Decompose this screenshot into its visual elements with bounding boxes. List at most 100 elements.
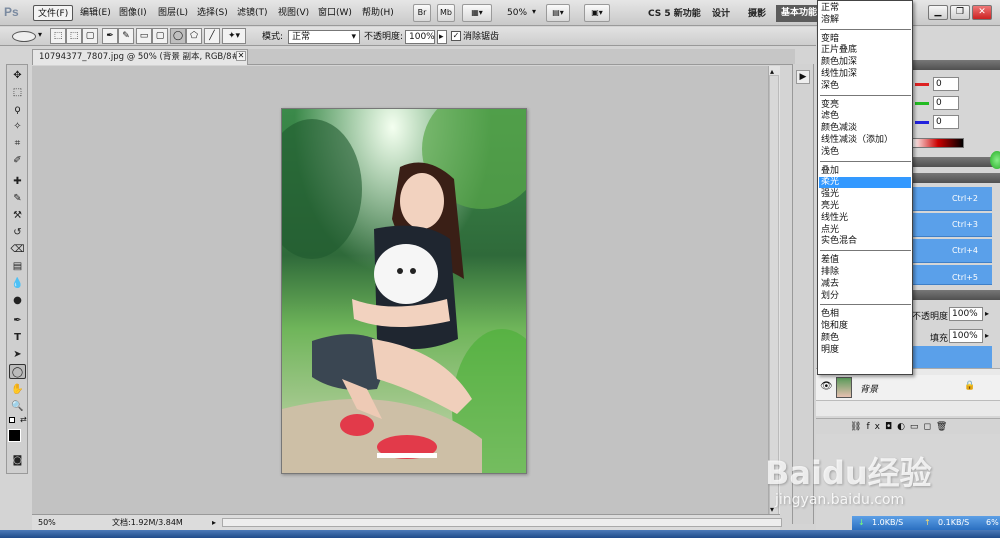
blend-mode-option[interactable]: 正常 <box>821 3 911 14</box>
crop-tool-icon[interactable]: ⌗ <box>9 136 26 151</box>
link-icon[interactable]: ⛓ <box>850 422 866 432</box>
horizontal-scrollbar[interactable] <box>222 518 782 527</box>
rounded-rectangle-tool-button[interactable]: ▢ <box>152 28 168 44</box>
blend-mode-option[interactable]: 线性减淡（添加） <box>821 135 911 146</box>
blend-mode-option[interactable]: 排除 <box>821 267 911 278</box>
menu-edit[interactable]: 编辑(E) <box>76 5 115 21</box>
blend-mode-option[interactable]: 叠加 <box>821 166 911 177</box>
minibridge-button[interactable]: Mb <box>437 4 455 22</box>
dodge-tool-icon[interactable]: ● <box>9 293 26 308</box>
menu-help[interactable]: 帮助(H) <box>358 5 398 21</box>
hand-tool-icon[interactable]: ✋ <box>9 382 26 397</box>
shape-layers-button[interactable]: ⬚ <box>50 28 66 44</box>
blend-mode-option[interactable]: 滤色 <box>821 111 911 122</box>
freeform-pen-button[interactable]: ✎ <box>118 28 134 44</box>
menu-window[interactable]: 窗口(W) <box>314 5 356 21</box>
opacity-input[interactable]: 100% <box>405 30 435 44</box>
action-row[interactable]: Ctrl+3 <box>912 213 992 237</box>
actions-panel-header[interactable] <box>912 173 1000 183</box>
workspace-design[interactable]: 设计 <box>712 6 730 19</box>
layer-name[interactable]: 背景 <box>860 382 878 395</box>
color-panel-header[interactable] <box>912 60 1000 70</box>
workspace-essentials[interactable]: 基本功能 <box>776 5 820 22</box>
polygon-tool-button[interactable]: ⬠ <box>186 28 202 44</box>
healing-brush-tool-icon[interactable]: ✚ <box>9 174 26 189</box>
blue-slider[interactable] <box>915 121 929 124</box>
blend-mode-select[interactable]: 正常 ▾ <box>288 30 360 44</box>
fx-icon[interactable]: fx <box>866 422 885 432</box>
chevron-down-icon[interactable]: ▾ <box>38 30 42 39</box>
menu-file[interactable]: 文件(F) <box>33 5 74 21</box>
red-slider[interactable] <box>915 83 929 86</box>
ellipse-tool-button[interactable]: ◯ <box>170 28 186 44</box>
antialias-checkbox[interactable]: ✓ <box>451 31 461 41</box>
folder-icon[interactable]: ▭ <box>910 422 924 432</box>
status-zoom[interactable]: 50% <box>38 515 56 530</box>
action-row[interactable]: Ctrl+4 <box>912 239 992 263</box>
blend-mode-option[interactable]: 变暗 <box>821 34 911 45</box>
view-extras-button[interactable]: ▦▾ <box>462 4 492 22</box>
trash-icon[interactable]: 🗑 <box>936 422 952 432</box>
blend-mode-option[interactable]: 实色混合 <box>821 236 911 247</box>
zoom-tool-icon[interactable]: 🔍 <box>9 399 26 414</box>
quick-mask-icon[interactable]: ◙ <box>9 453 26 468</box>
eyedropper-tool-icon[interactable]: ✐ <box>9 153 26 168</box>
workspace-cs5-new[interactable]: CS 5 新功能 <box>648 6 701 19</box>
blend-mode-option[interactable]: 颜色 <box>821 333 911 344</box>
menu-filter[interactable]: 滤镜(T) <box>233 5 272 21</box>
blur-tool-icon[interactable]: 💧 <box>9 276 26 291</box>
lasso-tool-icon[interactable]: ϙ <box>9 102 26 117</box>
paths-button[interactable]: ⬚ <box>66 28 82 44</box>
custom-shape-button[interactable]: ✦▾ <box>222 28 246 44</box>
blend-mode-option[interactable]: 点光 <box>821 225 911 236</box>
blue-value[interactable]: 0 <box>933 115 959 129</box>
history-brush-tool-icon[interactable]: ↺ <box>9 225 26 240</box>
quick-selection-tool-icon[interactable]: ✧ <box>9 119 26 134</box>
document-tab[interactable]: 10794377_7807.jpg @ 50% (背景 副本, RGB/8#) … <box>32 49 248 76</box>
red-value[interactable]: 0 <box>933 77 959 91</box>
blend-mode-option[interactable]: 减去 <box>821 279 911 290</box>
eraser-tool-icon[interactable]: ⌫ <box>9 242 26 257</box>
green-slider[interactable] <box>915 102 929 105</box>
menu-image[interactable]: 图像(I) <box>115 5 151 21</box>
blend-mode-option[interactable]: 明度 <box>821 345 911 356</box>
chevron-right-icon[interactable]: ▸ <box>212 515 216 530</box>
menu-select[interactable]: 选择(S) <box>193 5 232 21</box>
ellipse-tool-preset-icon[interactable] <box>12 31 36 42</box>
blend-mode-option[interactable]: 柔光 <box>819 177 911 189</box>
action-row[interactable]: Ctrl+2 <box>912 187 992 211</box>
workspace-photography[interactable]: 摄影 <box>748 6 766 19</box>
blend-mode-option[interactable]: 饱和度 <box>821 321 911 332</box>
pen-tool-button[interactable]: ✒ <box>102 28 118 44</box>
minimize-button[interactable]: ▁ <box>928 5 948 20</box>
document-photo[interactable] <box>281 108 527 474</box>
blend-mode-option[interactable]: 颜色加深 <box>821 57 911 68</box>
blend-mode-option[interactable]: 变亮 <box>821 100 911 111</box>
blend-mode-option[interactable]: 深色 <box>821 81 911 92</box>
blend-mode-option[interactable]: 色相 <box>821 309 911 320</box>
blend-mode-option[interactable]: 亮光 <box>821 201 911 212</box>
chevron-right-icon[interactable]: ▸ <box>985 309 989 318</box>
screen-mode-button[interactable]: ▣▾ <box>584 4 610 22</box>
layers-panel-header[interactable] <box>912 290 1000 300</box>
default-colors-icon[interactable] <box>9 417 15 423</box>
gradient-tool-icon[interactable]: ▤ <box>9 259 26 274</box>
blend-mode-option[interactable]: 溶解 <box>821 15 911 26</box>
foreground-color-swatch[interactable] <box>8 429 21 442</box>
line-tool-button[interactable]: ╱ <box>204 28 220 44</box>
panel-collapse-icon[interactable]: ▶ <box>796 70 810 84</box>
ellipse-shape-tool-icon[interactable]: ◯ <box>9 364 26 379</box>
green-value[interactable]: 0 <box>933 96 959 110</box>
chevron-right-icon[interactable]: ▸ <box>985 331 989 340</box>
blend-mode-option[interactable]: 正片叠底 <box>821 45 911 56</box>
blend-mode-option[interactable]: 差值 <box>821 255 911 266</box>
blend-mode-dropdown[interactable]: 正常 溶解 变暗 正片叠底 颜色加深 线性加深 深色 变亮 滤色 颜色减淡 线性减淡（添加） 浅色 叠加… <box>817 0 913 375</box>
color-ramp[interactable] <box>912 138 964 148</box>
adjustments-panel-header[interactable] <box>912 157 1000 167</box>
move-tool-icon[interactable]: ✥ <box>9 68 26 83</box>
opacity-slider-toggle[interactable]: ▸ <box>437 30 447 44</box>
zoom-level[interactable]: 50% <box>507 8 527 18</box>
type-tool-icon[interactable]: T <box>9 330 26 345</box>
brush-tool-icon[interactable]: ✎ <box>9 191 26 206</box>
menu-layer[interactable]: 图层(L) <box>154 5 192 21</box>
